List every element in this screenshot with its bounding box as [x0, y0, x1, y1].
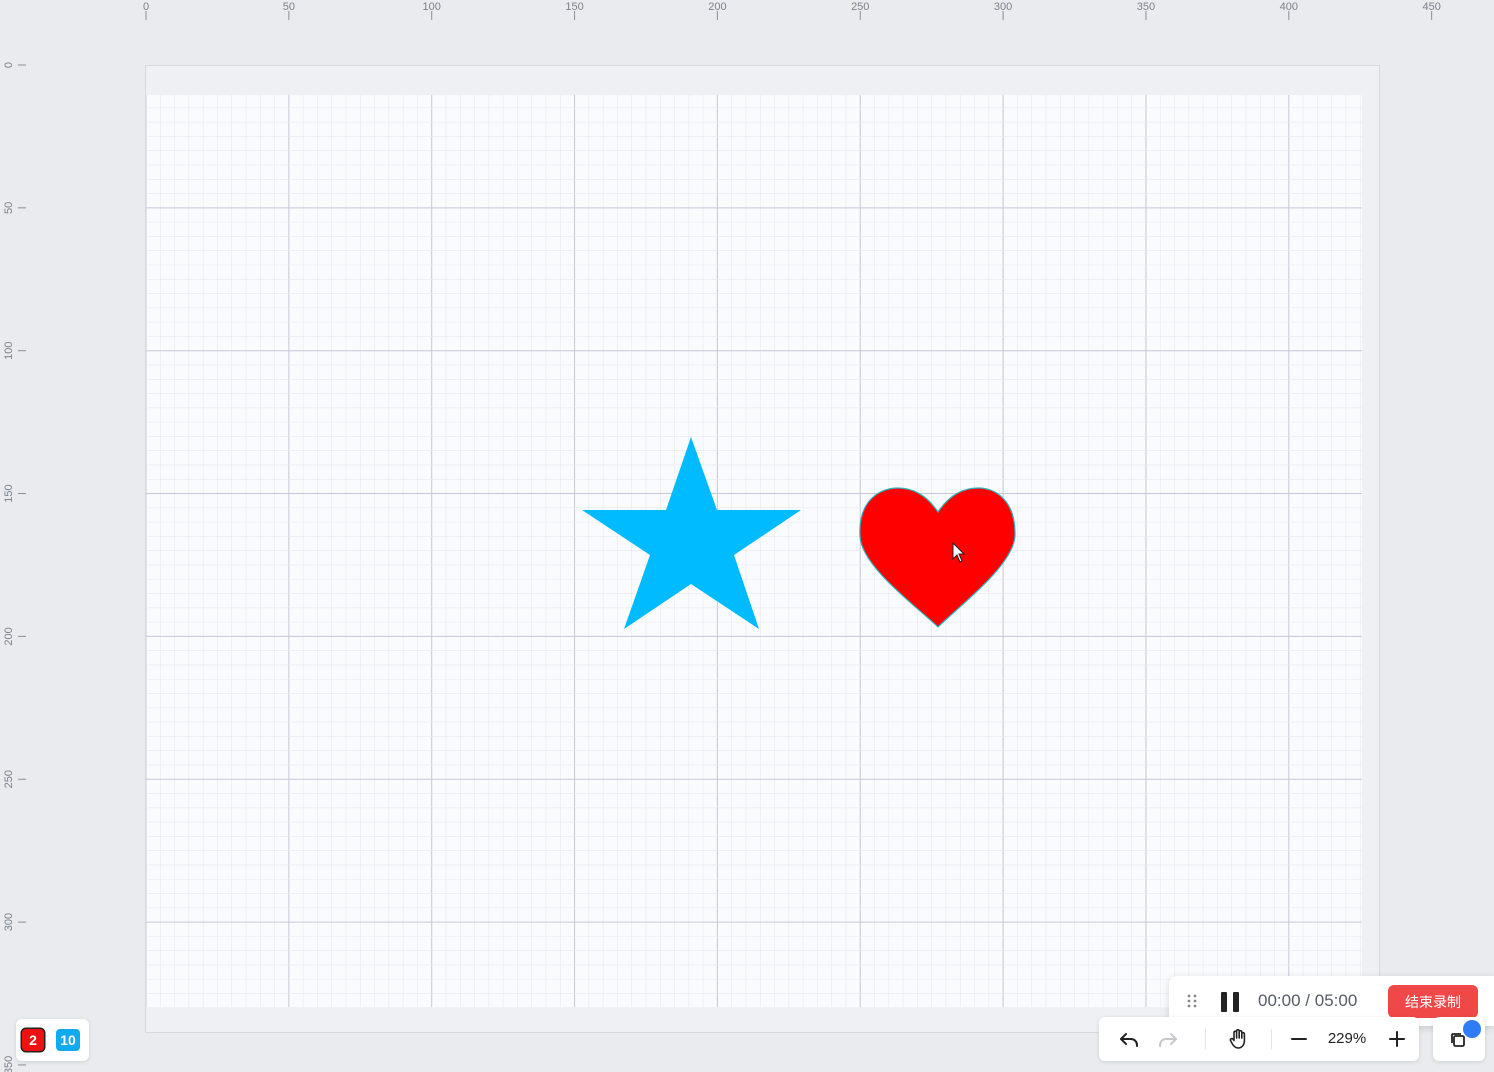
- recording-timer: 00:00 / 05:00: [1258, 991, 1357, 1011]
- hand-pan-icon[interactable]: [1226, 1027, 1250, 1051]
- red-count-badge[interactable]: 2: [22, 1029, 44, 1051]
- toolbar-divider: [1271, 1029, 1272, 1049]
- blue-count-badge[interactable]: 10: [56, 1029, 80, 1051]
- zoom-level[interactable]: 229%: [1319, 1030, 1375, 1047]
- layers-button[interactable]: [1433, 1017, 1485, 1061]
- elapsed-time: 00:00: [1258, 991, 1301, 1010]
- pause-icon[interactable]: [1220, 991, 1242, 1013]
- time-separator: /: [1305, 991, 1311, 1010]
- redo-icon[interactable]: [1156, 1027, 1180, 1051]
- heart-shape[interactable]: [859, 487, 1016, 628]
- end-recording-button[interactable]: 结束录制: [1388, 985, 1478, 1018]
- star-shape[interactable]: [582, 437, 801, 629]
- layer-count-badges: 2 10: [16, 1019, 89, 1061]
- bottom-toolbar: 229%: [1099, 1017, 1419, 1061]
- shapes-layer: [582, 437, 1016, 629]
- zoom-in-icon[interactable]: [1385, 1027, 1409, 1051]
- drag-handle-icon[interactable]: [1186, 993, 1198, 1009]
- zoom-out-icon[interactable]: [1287, 1027, 1311, 1051]
- toolbar-divider: [1205, 1029, 1206, 1049]
- time-limit: 05:00: [1314, 991, 1358, 1010]
- undo-icon[interactable]: [1117, 1027, 1141, 1051]
- layers-notification-dot: [1463, 1020, 1481, 1038]
